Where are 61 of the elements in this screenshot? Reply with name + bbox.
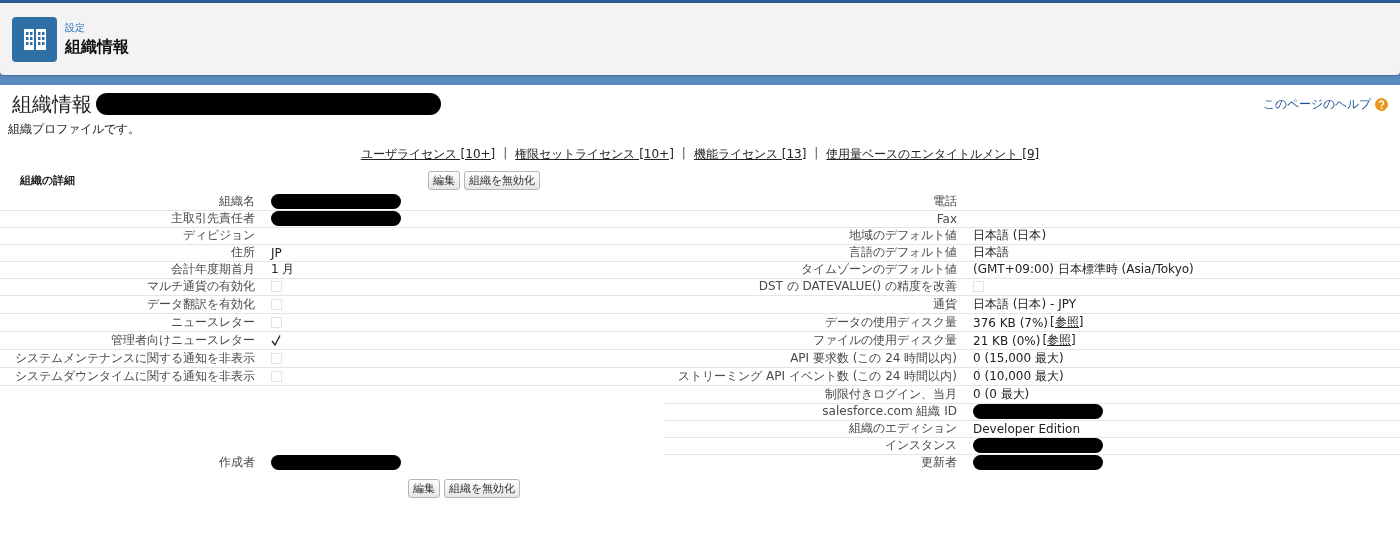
page-title: 組織情報 bbox=[12, 90, 92, 118]
separator-text: | bbox=[681, 146, 686, 162]
value-text: JP bbox=[271, 245, 282, 260]
separator-text: | bbox=[503, 146, 508, 162]
action-button[interactable]: 組織を無効化 bbox=[464, 170, 540, 190]
separator-text: | bbox=[814, 146, 819, 162]
field-label: 作成者 bbox=[219, 454, 255, 471]
field-label: Fax bbox=[936, 211, 957, 226]
help-link[interactable]: このページのヘルプ bbox=[1263, 95, 1388, 113]
field-label: 組織名 bbox=[219, 193, 255, 210]
field-label: ストリーミング API イベント数 (この 24 時間以内) bbox=[678, 368, 957, 385]
value-text: (GMT+09:00) 日本標準時 (Asia/Tokyo) bbox=[973, 261, 1194, 278]
field-label: 制限付きログイン、当月 bbox=[825, 386, 957, 403]
field-label: 通貨 bbox=[933, 296, 957, 313]
field-label: ニュースレター bbox=[171, 314, 255, 331]
building-icon bbox=[22, 28, 47, 50]
section-title: 組織の詳細 bbox=[20, 172, 76, 188]
view-link[interactable]: [参照] bbox=[1050, 314, 1084, 331]
field-label: 会計年度期首月 bbox=[171, 261, 255, 278]
field-label: データ翻訳を有効化 bbox=[147, 296, 255, 313]
field-label: 地域のデフォルト値 bbox=[849, 227, 957, 244]
value-text: 376 KB (7%) bbox=[973, 315, 1049, 330]
view-link[interactable]: [参照] bbox=[1042, 332, 1076, 349]
value-text: 21 KB (0%) bbox=[973, 333, 1041, 348]
license-link[interactable]: 使用量ベースのエンタイトルメント [9] bbox=[826, 146, 1040, 163]
field-label: 住所 bbox=[231, 244, 255, 261]
value-text: 日本語 (日本) - JPY bbox=[973, 296, 1076, 313]
field-label: ファイルの使用ディスク量 bbox=[813, 332, 957, 349]
help-icon bbox=[1375, 97, 1388, 111]
field-label: 管理者向けニュースレター bbox=[111, 332, 255, 349]
field-label: マルチ通貨の有効化 bbox=[147, 278, 255, 295]
page-description: 組織プロファイルです。 bbox=[7, 121, 141, 138]
field-label: salesforce.com 組織 ID bbox=[822, 403, 957, 420]
field-label: 言語のデフォルト値 bbox=[849, 244, 957, 261]
value-text: 日本語 bbox=[973, 244, 1009, 261]
value-text: Developer Edition bbox=[973, 421, 1081, 436]
value-text: 0 (10,000 最大) bbox=[973, 368, 1064, 385]
license-link[interactable]: 機能ライセンス [13] bbox=[693, 146, 807, 163]
field-label: 主取引先責任者 bbox=[171, 210, 255, 227]
value-text: 0 (0 最大) bbox=[973, 386, 1030, 403]
header-title: 組織情報 bbox=[65, 36, 129, 58]
field-label: システムダウンタイムに関する通知を非表示 bbox=[15, 368, 255, 385]
field-label: ディビジョン bbox=[183, 227, 255, 244]
action-button[interactable]: 編集 bbox=[428, 170, 460, 190]
action-button[interactable]: 編集 bbox=[408, 479, 440, 498]
field-label: 電話 bbox=[933, 193, 957, 210]
action-button[interactable]: 組織を無効化 bbox=[444, 479, 520, 498]
field-label: データの使用ディスク量 bbox=[825, 314, 957, 331]
license-link[interactable]: 権限セットライセンス [10+] bbox=[515, 146, 674, 163]
field-label: インスタンス bbox=[885, 437, 957, 454]
breadcrumb[interactable]: 設定 bbox=[65, 20, 129, 35]
field-label: タイムゾーンのデフォルト値 bbox=[801, 261, 957, 278]
field-label: 更新者 bbox=[921, 454, 957, 471]
field-label: 組織のエディション bbox=[849, 420, 957, 437]
license-link[interactable]: ユーザライセンス [10+] bbox=[360, 146, 496, 163]
value-text: 1 月 bbox=[271, 261, 295, 278]
field-label: API 要求数 (この 24 時間以内) bbox=[790, 350, 957, 367]
value-text: 0 (15,000 最大) bbox=[973, 350, 1064, 367]
value-text: 日本語 (日本) bbox=[973, 227, 1047, 244]
field-label: DST の DATEVALUE() の精度を改善 bbox=[758, 278, 957, 295]
field-label: システムメンテナンスに関する通知を非表示 bbox=[15, 350, 255, 367]
